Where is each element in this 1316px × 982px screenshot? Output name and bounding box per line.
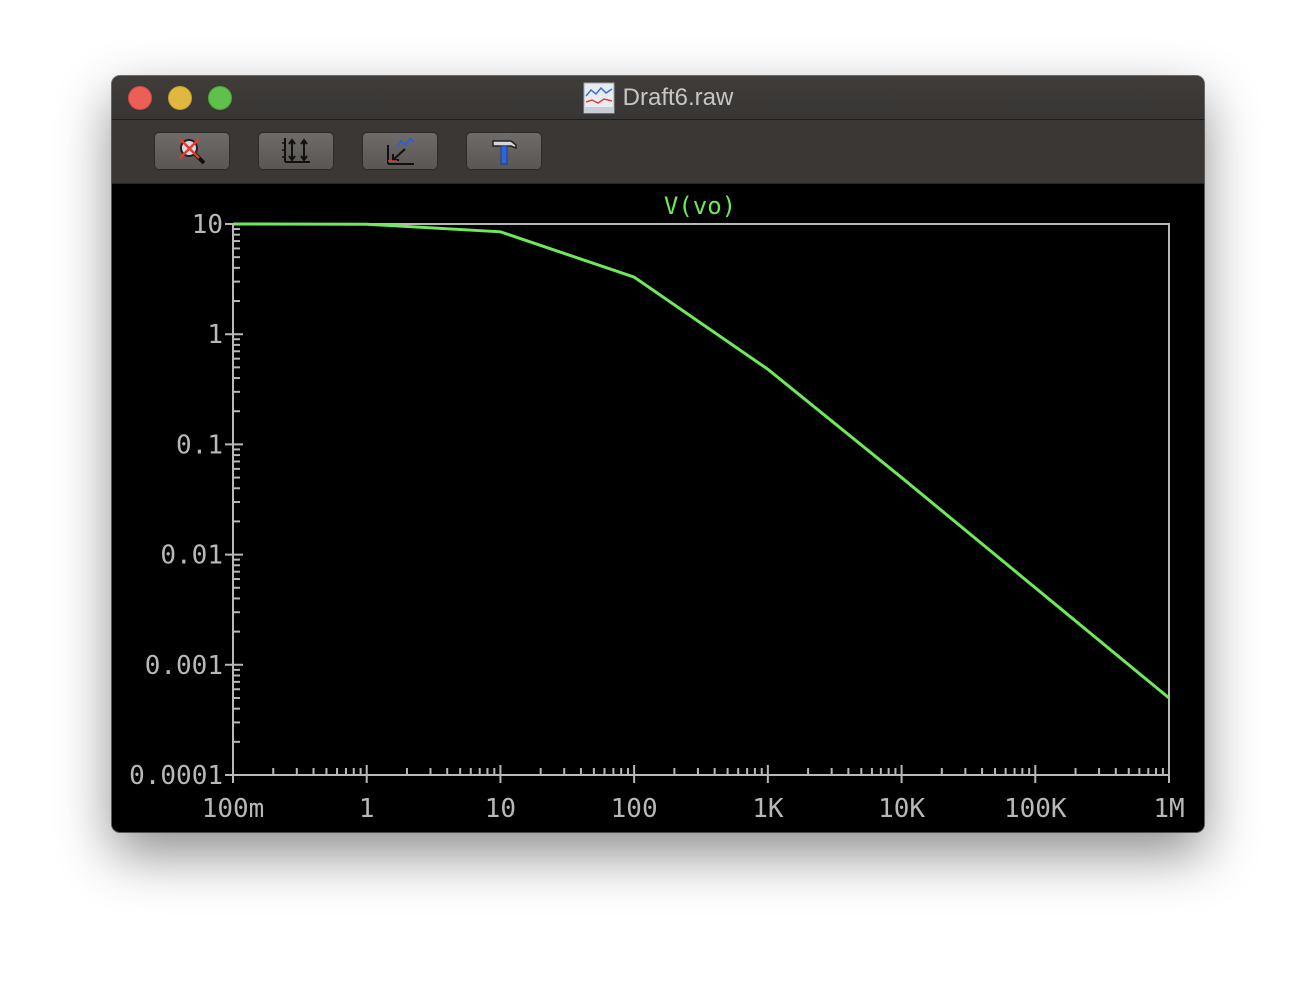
x-tick-label: 1K — [752, 794, 784, 824]
x-axis: 100m 1 10 100 1K 10K 100K 1M — [202, 765, 1185, 824]
x-tick-label: 100m — [202, 794, 265, 824]
y-tick-label: 1 — [207, 320, 223, 350]
waveform-plot[interactable]: V(vo) 10 1 0.1 0.01 0.001 0.0001 100m 1 10 100 1K… — [112, 184, 1204, 832]
x-minor-ticks — [272, 768, 1164, 775]
zoom-cancel-button[interactable] — [154, 132, 230, 170]
waveform-document-icon — [583, 82, 615, 114]
window-title: Draft6.raw — [622, 84, 734, 111]
magnifier-cross-icon — [179, 138, 206, 165]
y-tick-label: 0.1 — [176, 430, 223, 460]
y-tick-label: 0.0001 — [129, 761, 223, 791]
plot-pane[interactable]: V(vo) 10 1 0.1 0.01 0.001 0.0001 100m 1 10 100 1K… — [112, 184, 1204, 832]
x-tick-label: 100K — [1004, 794, 1067, 824]
settings-button[interactable] — [466, 132, 542, 170]
x-tick-label: 10K — [878, 794, 925, 824]
x-tick-label: 1M — [1153, 794, 1184, 824]
y-axis: 10 1 0.1 0.01 0.001 0.0001 — [129, 210, 243, 791]
waveform-window: Draft6.raw V(vo) 10 1 0.1 0.01 0.001 0.0… — [112, 76, 1204, 832]
hammer-icon — [492, 140, 517, 165]
plot-frame — [232, 223, 1170, 776]
trace-v-vo[interactable] — [232, 222, 1170, 700]
y-tick-label: 0.001 — [145, 651, 223, 681]
title-area: Draft6.raw — [112, 76, 1204, 120]
trace-label[interactable]: V(vo) — [664, 192, 736, 220]
x-tick-label: 1 — [359, 794, 375, 824]
axis-autorange-icon — [282, 138, 310, 163]
x-tick-label: 100 — [611, 794, 658, 824]
y-tick-label: 0.01 — [160, 541, 223, 571]
x-tick-label: 10 — [485, 794, 516, 824]
zoom-to-fit-icon — [387, 137, 415, 165]
zoom-fit-button[interactable] — [362, 132, 438, 170]
y-tick-label: 10 — [192, 210, 223, 240]
toolbar — [112, 120, 1204, 184]
autorange-button[interactable] — [258, 132, 334, 170]
title-bar[interactable]: Draft6.raw — [112, 76, 1204, 120]
